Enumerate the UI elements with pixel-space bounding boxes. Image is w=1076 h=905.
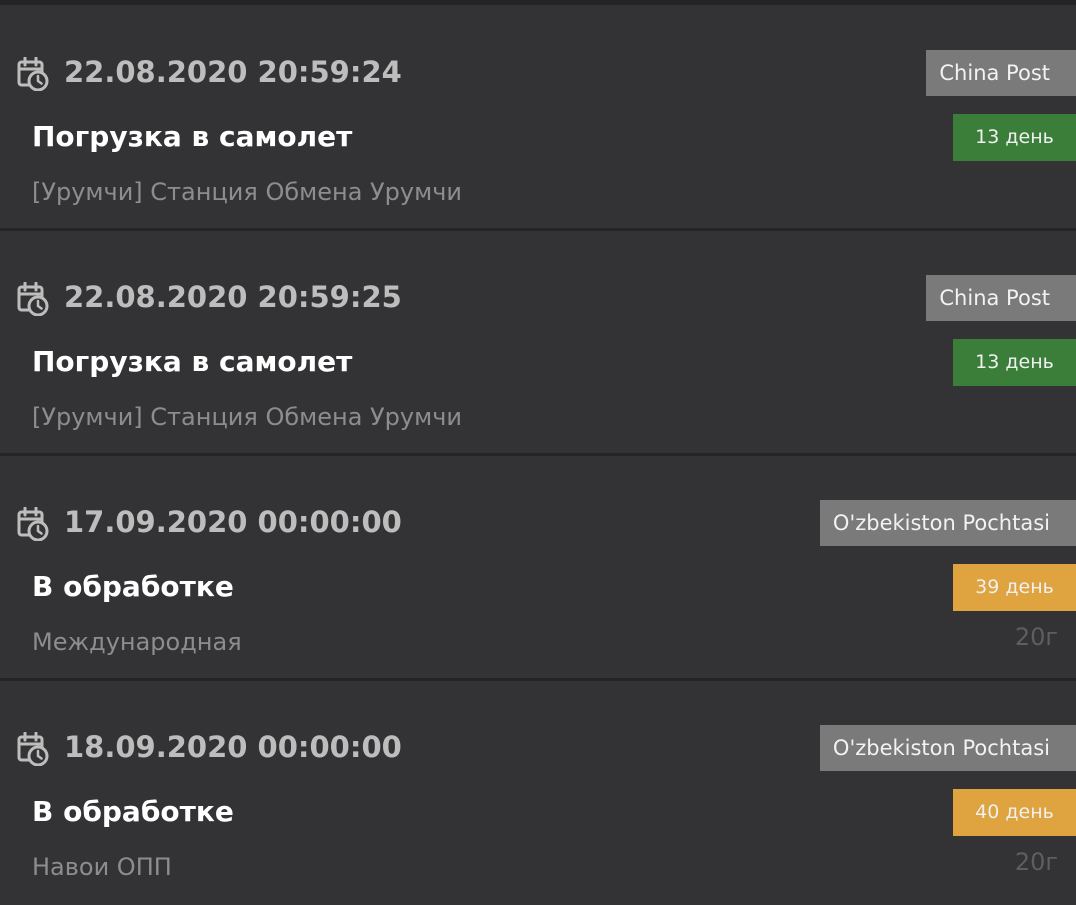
event-datetime: 22.08.2020 20:59:25 <box>64 280 402 314</box>
event-status: В обработке <box>32 570 234 603</box>
parcel-weight: 20г <box>1014 623 1058 651</box>
event-datetime: 22.08.2020 20:59:24 <box>64 55 402 89</box>
carrier-badge: China Post <box>926 275 1076 321</box>
calendar-clock-icon <box>17 282 49 316</box>
days-badge: 13 день <box>953 114 1076 161</box>
carrier-badge: O'zbekiston Pochtasi <box>819 725 1076 771</box>
days-badge: 13 день <box>953 339 1076 386</box>
parcel-weight: 20г <box>1014 848 1058 876</box>
tracking-event[interactable]: 22.08.2020 20:59:25 China Post Погрузка … <box>0 230 1076 456</box>
event-status: Погрузка в самолет <box>32 345 353 378</box>
tracking-events-list: 22.08.2020 20:59:24 China Post Погрузка … <box>0 0 1076 903</box>
event-status: В обработке <box>32 795 234 828</box>
carrier-badge: O'zbekiston Pochtasi <box>819 500 1076 546</box>
calendar-clock-icon <box>17 57 49 91</box>
event-location: Международная <box>32 628 242 656</box>
event-location: [Урумчи] Станция Обмена Урумчи <box>32 178 462 206</box>
calendar-clock-icon <box>17 732 49 766</box>
event-location: [Урумчи] Станция Обмена Урумчи <box>32 403 462 431</box>
event-datetime: 18.09.2020 00:00:00 <box>64 730 402 764</box>
tracking-event[interactable]: 22.08.2020 20:59:24 China Post Погрузка … <box>0 5 1076 231</box>
event-location: Навои ОПП <box>32 853 172 881</box>
event-status: Погрузка в самолет <box>32 120 353 153</box>
tracking-event[interactable]: 18.09.2020 00:00:00 O'zbekiston Pochtasi… <box>0 680 1076 905</box>
calendar-clock-icon <box>17 507 49 541</box>
days-badge: 39 день <box>953 564 1076 611</box>
event-datetime: 17.09.2020 00:00:00 <box>64 505 402 539</box>
carrier-badge: China Post <box>926 50 1076 96</box>
tracking-event[interactable]: 17.09.2020 00:00:00 O'zbekiston Pochtasi… <box>0 455 1076 681</box>
days-badge: 40 день <box>953 789 1076 836</box>
